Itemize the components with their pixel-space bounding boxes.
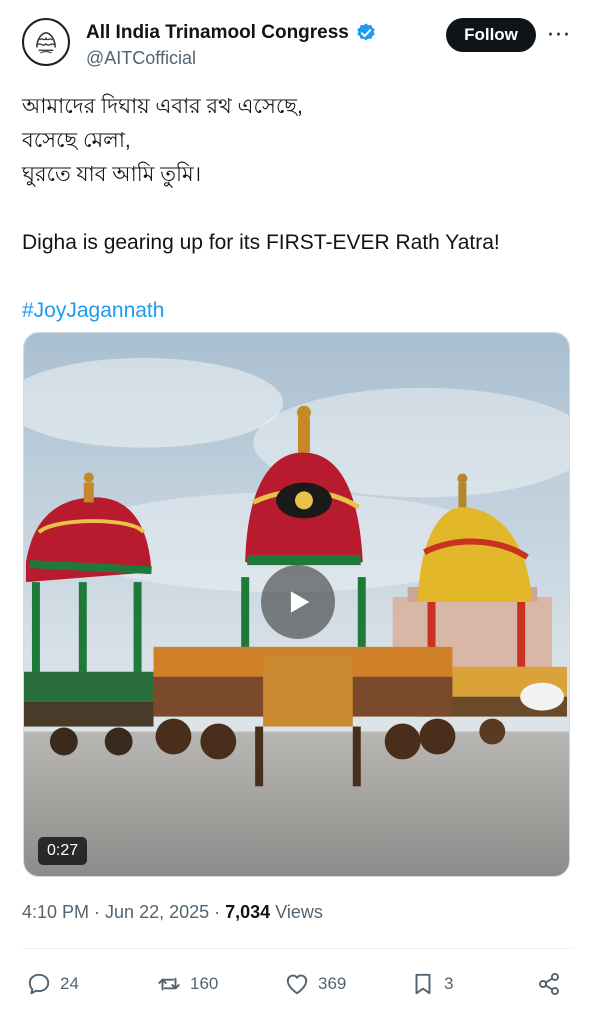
meta-separator: · <box>89 902 106 922</box>
tweet-line-2: বসেছে মেলা, <box>22 129 131 152</box>
action-bar: 24 160 369 3 <box>22 966 572 1002</box>
bookmark-icon <box>415 973 431 995</box>
reply-button[interactable]: 24 <box>26 966 79 1002</box>
views-count[interactable]: 7,034 <box>225 902 270 922</box>
meta-separator: · <box>209 902 226 922</box>
tweet-line-1: আমাদের দিঘায় এবার রথ এসেছে, <box>22 95 303 118</box>
play-icon <box>290 591 310 613</box>
avatar[interactable] <box>22 18 70 66</box>
aitc-logo-icon <box>25 21 67 63</box>
handle[interactable]: @AITCofficial <box>86 48 196 69</box>
share-icon <box>539 972 559 996</box>
tweet-meta: 4:10 PM · Jun 22, 2025 · 7,034 Views <box>22 902 323 923</box>
views-label: Views <box>270 902 323 922</box>
verified-badge-icon <box>357 23 375 41</box>
video-player[interactable]: 0:27 <box>23 332 570 877</box>
like-button[interactable]: 369 <box>284 966 346 1002</box>
bookmark-button[interactable]: 3 <box>410 966 453 1002</box>
play-button[interactable] <box>261 565 335 639</box>
tweet-time[interactable]: 4:10 PM <box>22 902 89 922</box>
reply-icon <box>28 973 50 995</box>
video-duration: 0:27 <box>38 837 88 865</box>
tweet-date[interactable]: Jun 22, 2025 <box>105 902 209 922</box>
tweet-line-4: Digha is gearing up for its FIRST-EVER R… <box>22 231 500 254</box>
repost-icon <box>158 977 180 991</box>
repost-button[interactable]: 160 <box>156 966 218 1002</box>
divider <box>22 948 572 949</box>
like-count: 369 <box>318 974 347 993</box>
bookmark-count: 3 <box>444 974 454 993</box>
tweet-header: All India Trinamool Congress @AITCoffici… <box>22 18 572 74</box>
follow-button[interactable]: Follow <box>446 18 536 52</box>
tweet-line-3: ঘুরতে যাব আমি তুমি। <box>22 163 202 186</box>
share-button[interactable] <box>536 966 562 1002</box>
hashtag-link[interactable]: #JoyJagannath <box>22 294 572 328</box>
tweet-text: আমাদের দিঘায় এবার রথ এসেছে, বসেছে মেলা,… <box>22 90 572 328</box>
display-name[interactable]: All India Trinamool Congress <box>86 22 349 44</box>
more-options-icon[interactable]: ··· <box>546 20 572 50</box>
heart-icon <box>286 974 308 995</box>
name-row: All India Trinamool Congress <box>86 20 377 46</box>
repost-count: 160 <box>190 974 219 993</box>
reply-count: 24 <box>60 974 79 993</box>
